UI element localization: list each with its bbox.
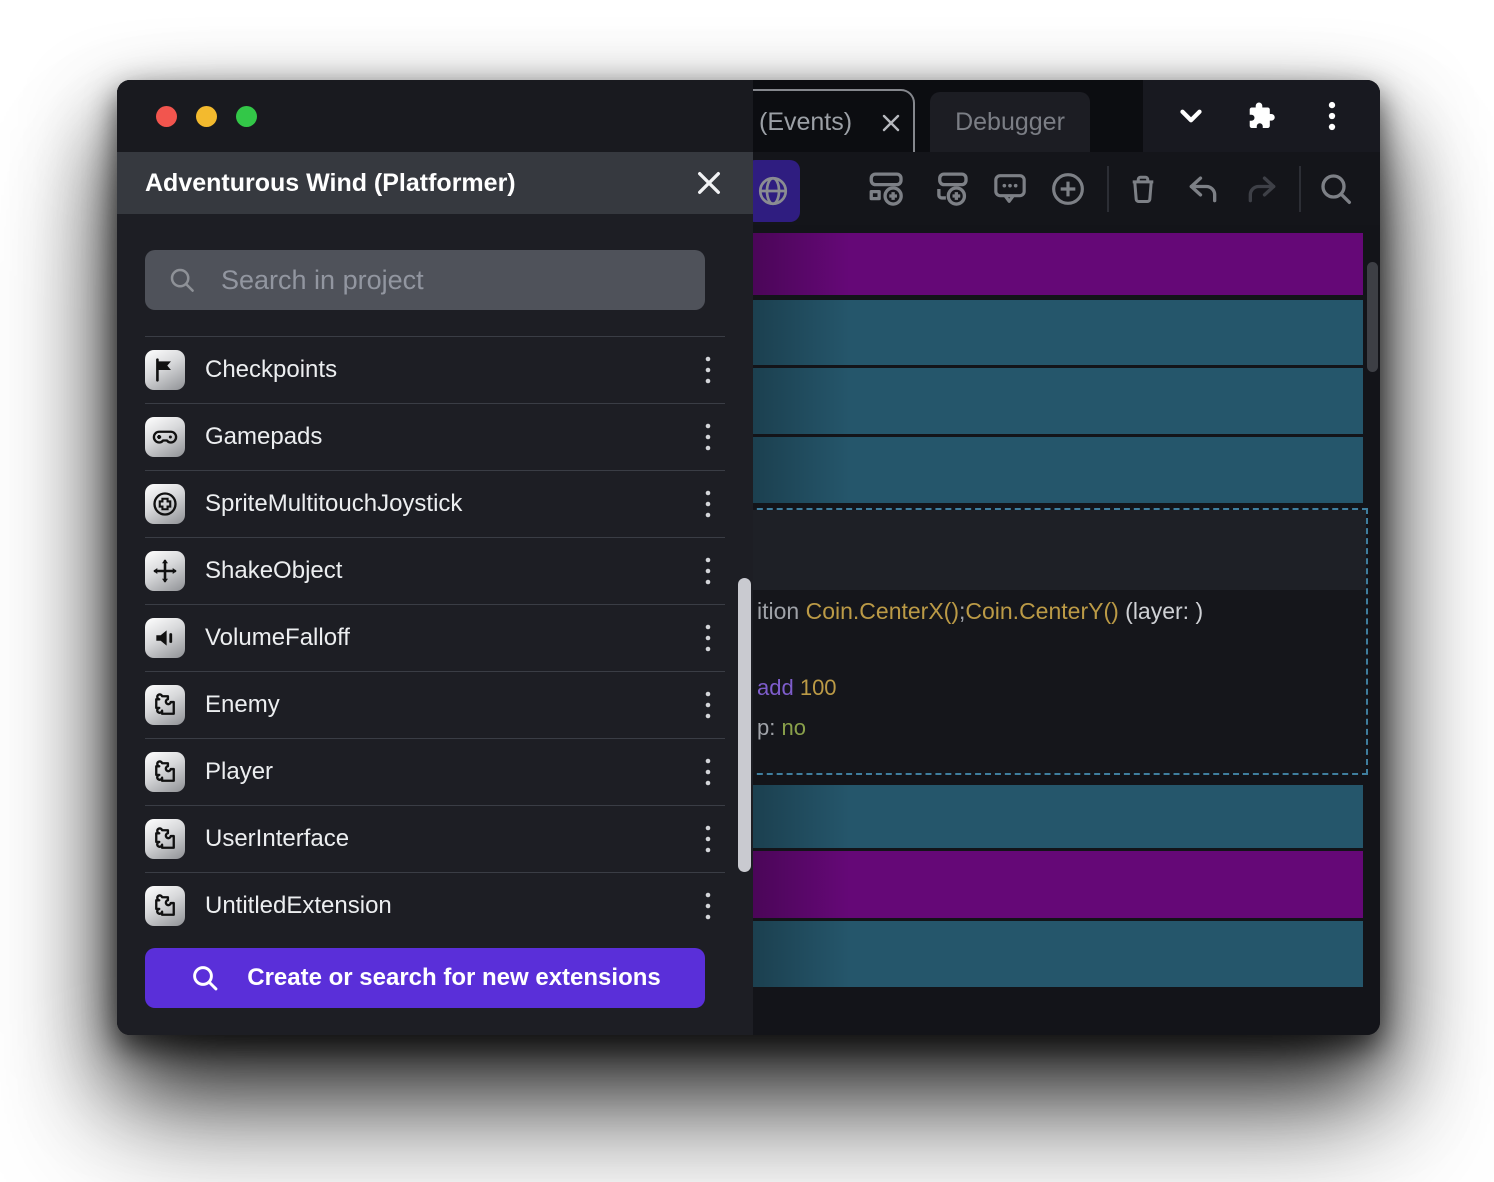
search-input[interactable] [219, 264, 695, 297]
project-search-box[interactable] [145, 250, 705, 310]
toolbar-divider [1299, 166, 1301, 212]
event-row-teal[interactable] [737, 921, 1363, 987]
redo-button[interactable] [1238, 165, 1286, 213]
project-item-spritemultitouchjoystick[interactable]: SpriteMultitouchJoystick [145, 470, 725, 537]
project-item-checkpoints[interactable]: Checkpoints [145, 336, 725, 403]
event-row-selected[interactable]: ition Coin.CenterX();Coin.CenterY() (lay… [737, 508, 1368, 775]
event-row-teal[interactable] [737, 785, 1363, 848]
panel-close-icon[interactable] [693, 167, 725, 199]
item-menu-button[interactable] [691, 817, 725, 861]
toolbar-divider [1107, 166, 1109, 212]
project-item-enemy[interactable]: Enemy [145, 671, 725, 738]
speaker-icon [145, 618, 185, 658]
add-event-button[interactable] [863, 165, 911, 213]
event-action-area: ition Coin.CenterX();Coin.CenterY() (lay… [739, 590, 1366, 773]
item-menu-button[interactable] [691, 549, 725, 593]
event-row-purple[interactable] [737, 233, 1363, 295]
item-menu-button[interactable] [691, 482, 725, 526]
project-manager-panel: Adventurous Wind (Platformer) Checkpoint… [117, 80, 753, 1035]
move-arrows-icon [145, 551, 185, 591]
event-action-text: p: no [757, 715, 830, 767]
globe-scene-button[interactable] [745, 160, 800, 222]
event-condition-area [739, 510, 1366, 590]
tab-debugger[interactable]: Debugger [930, 92, 1090, 152]
trash-button[interactable] [1119, 165, 1167, 213]
item-menu-button[interactable] [691, 683, 725, 727]
item-menu-button[interactable] [691, 348, 725, 392]
traffic-light-zoom[interactable] [236, 106, 257, 127]
search-icon [189, 962, 221, 994]
item-menu-button[interactable] [691, 750, 725, 794]
project-item-gamepads[interactable]: Gamepads [145, 403, 725, 470]
item-menu-button[interactable] [691, 616, 725, 660]
project-item-userinterface[interactable]: UserInterface [145, 805, 725, 872]
tab-events-label: (Events) [759, 108, 852, 137]
event-row-teal[interactable] [737, 368, 1363, 434]
puzzle-icon [145, 685, 185, 725]
event-row-teal[interactable] [737, 300, 1363, 365]
kebab-menu-icon[interactable] [1310, 94, 1354, 138]
search-icon [167, 265, 197, 295]
traffic-light-close[interactable] [156, 106, 177, 127]
event-action-text: ition Coin.CenterX();Coin.CenterY() (lay… [757, 598, 1203, 652]
puzzle-icon [145, 819, 185, 859]
app-window: (Events) Debugger [117, 80, 1380, 1035]
project-item-volumefalloff[interactable]: VolumeFalloff [145, 604, 725, 671]
screenshot-stage: (Events) Debugger [0, 0, 1494, 1182]
puzzle-icon [145, 886, 185, 926]
puzzle-icon [145, 752, 185, 792]
window-titlebar [117, 80, 753, 152]
tab-controls [1143, 80, 1380, 152]
project-item-shakeobject[interactable]: ShakeObject [145, 537, 725, 604]
tab-close-icon[interactable] [878, 110, 904, 136]
search-events-button[interactable] [1312, 165, 1360, 213]
panel-title: Adventurous Wind (Platformer) [145, 169, 693, 198]
add-circle-button[interactable] [1044, 165, 1092, 213]
tab-debugger-label: Debugger [955, 108, 1065, 137]
undo-button[interactable] [1179, 165, 1227, 213]
event-row-teal[interactable] [737, 437, 1363, 503]
project-item-list: Checkpoints Gamepads [145, 336, 725, 939]
project-item-untitledextension[interactable]: UntitledExtension [145, 872, 725, 939]
item-menu-button[interactable] [691, 884, 725, 928]
flag-icon [145, 350, 185, 390]
panel-scrollbar[interactable] [738, 578, 751, 872]
traffic-light-minimize[interactable] [196, 106, 217, 127]
item-menu-button[interactable] [691, 415, 725, 459]
gamepad-icon [145, 417, 185, 457]
puzzle-extensions-icon[interactable] [1240, 94, 1284, 138]
panel-header: Adventurous Wind (Platformer) [117, 152, 753, 214]
chevron-down-icon[interactable] [1169, 94, 1213, 138]
add-comment-button[interactable] [986, 165, 1034, 213]
joystick-icon [145, 484, 185, 524]
project-item-player[interactable]: Player [145, 738, 725, 805]
events-scrollbar[interactable] [1367, 262, 1378, 372]
create-extension-button[interactable]: Create or search for new extensions [145, 948, 705, 1008]
add-subevent-button[interactable] [928, 165, 976, 213]
event-row-purple[interactable] [737, 851, 1363, 918]
